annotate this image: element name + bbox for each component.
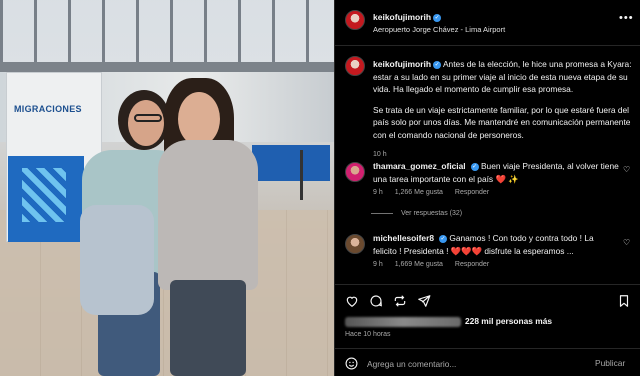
verified-icon: ✓ — [470, 162, 479, 171]
author-avatar[interactable] — [345, 10, 365, 30]
comment-time: 9 h — [373, 189, 383, 196]
more-horizontal-icon[interactable]: ••• — [619, 12, 634, 24]
barrier-post — [300, 150, 303, 200]
person-right-face — [178, 92, 220, 146]
likes-summary[interactable]: 228 mil personas más — [345, 316, 552, 327]
instagram-post-view: MIGRACIONES keikofujimorih ✓ Aeropuerto J… — [0, 0, 640, 376]
verified-icon: ✓ — [433, 13, 442, 22]
comment-icon[interactable] — [369, 294, 383, 308]
comment-reply-button[interactable]: Responder — [455, 261, 489, 268]
author-username[interactable]: keikofujimorih — [373, 12, 431, 22]
post-caption: keikofujimorih ✓ Antes de la elección, le… — [373, 58, 635, 162]
comment-like-heart-icon[interactable]: ♡ — [623, 238, 630, 247]
comment-2: michellesoifer8 ✓ Ganamos ! Con todo y co… — [373, 232, 619, 257]
comment-2-meta: 9 h 1,669 Me gusta Responder — [373, 261, 499, 268]
post-header: keikofujimorih ✓ Aeropuerto Jorge Chávez … — [335, 0, 640, 46]
post-time-ago: Hace 10 horas — [345, 331, 391, 338]
likes-count-text: 228 mil personas más — [465, 316, 553, 326]
add-comment-input[interactable] — [367, 357, 587, 370]
comment-like-heart-icon[interactable]: ♡ — [623, 165, 630, 174]
post-location[interactable]: Aeropuerto Jorge Chávez - Lima Airport — [373, 25, 505, 34]
comment-avatar[interactable] — [345, 234, 365, 254]
repost-icon[interactable] — [393, 294, 407, 308]
post-side-panel: keikofujimorih ✓ Aeropuerto Jorge Chávez … — [334, 0, 640, 376]
caption-avatar[interactable] — [345, 56, 365, 76]
photo-ceiling — [0, 0, 334, 70]
comment-reply-button[interactable]: Responder — [455, 189, 489, 196]
verified-icon: ✓ — [433, 60, 442, 69]
verified-icon: ✓ — [438, 234, 447, 243]
publish-button[interactable]: Publicar — [595, 358, 625, 368]
person-right-sweater — [158, 140, 258, 290]
post-actions-bar — [335, 284, 640, 318]
queue-barrier — [252, 145, 292, 181]
person-left-jacket — [80, 205, 154, 315]
caption-username[interactable]: keikofujimorih — [373, 59, 431, 69]
caption-paragraph-1: keikofujimorih ✓ Antes de la elección, le… — [373, 58, 635, 96]
comment-likes[interactable]: 1,266 Me gusta — [395, 189, 443, 196]
comment-username[interactable]: michellesoifer8 — [373, 233, 434, 243]
comment-time: 9 h — [373, 261, 383, 268]
view-replies-button[interactable]: Ver respuestas (32) — [401, 210, 462, 217]
comment-username[interactable]: thamara_gomez_oficial — [373, 161, 466, 171]
share-icon[interactable] — [417, 294, 431, 308]
save-bookmark-icon[interactable] — [617, 294, 631, 308]
add-comment-bar: Publicar — [335, 348, 640, 376]
person-left-face — [128, 100, 164, 146]
blue-panel — [8, 156, 84, 242]
glasses — [134, 114, 162, 122]
post-photo[interactable]: MIGRACIONES — [0, 0, 334, 376]
blurred-liker-names — [345, 316, 461, 327]
comment-1: thamara_gomez_oficial ✓ Buen viaje Presid… — [373, 160, 619, 185]
emoji-icon[interactable] — [345, 357, 358, 370]
caption-paragraph-2: Se trata de un viaje estrictamente famil… — [373, 104, 631, 140]
comment-avatar[interactable] — [345, 162, 365, 182]
comment-likes[interactable]: 1,669 Me gusta — [395, 261, 443, 268]
queue-barrier — [290, 145, 330, 181]
comment-1-meta: 9 h 1,266 Me gusta Responder — [373, 189, 499, 196]
author-username-row: keikofujimorih ✓ — [373, 12, 442, 22]
heart-icon[interactable] — [345, 294, 359, 308]
migration-sign: MIGRACIONES — [14, 104, 82, 114]
photo-beam — [0, 62, 334, 72]
person-right-pants — [170, 280, 246, 376]
